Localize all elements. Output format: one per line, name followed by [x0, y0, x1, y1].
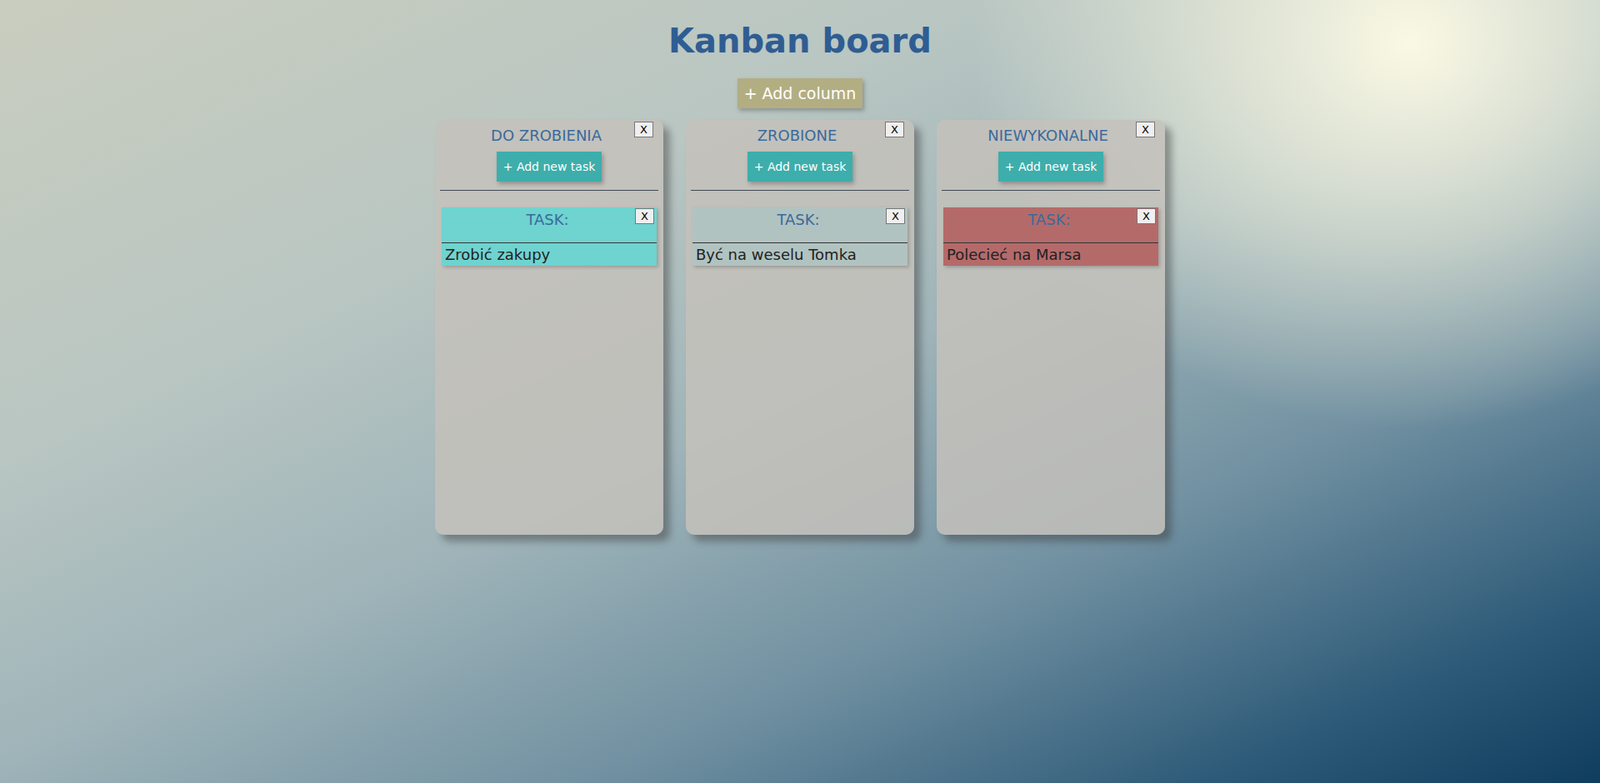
column: ZROBIONEX+ Add new taskTASK:XByć na wese…: [685, 120, 915, 535]
separator: [690, 190, 910, 191]
add-task-button[interactable]: + Add new task: [496, 151, 603, 182]
close-task-button[interactable]: X: [635, 208, 655, 225]
task-header: TASK:X: [441, 207, 657, 244]
task-text: Polecieć na Marsa: [943, 243, 1159, 266]
separator: [941, 190, 1160, 191]
close-column-button[interactable]: X: [634, 121, 654, 138]
close-column-button[interactable]: X: [885, 121, 905, 138]
column-header: NIEWYKONALNEX: [941, 120, 1160, 145]
task-label: TASK:: [943, 207, 1137, 229]
column-title: NIEWYKONALNE: [941, 121, 1136, 145]
task-text: Zrobić zakupy: [441, 243, 657, 266]
separator: [440, 190, 659, 191]
close-column-button[interactable]: X: [1135, 121, 1155, 138]
column-header: DO ZROBIENIAX: [440, 120, 659, 145]
task-card[interactable]: TASK:XPolecieć na Marsa: [943, 207, 1159, 266]
add-task-button[interactable]: + Add new task: [998, 151, 1105, 182]
task-label: TASK:: [692, 207, 886, 229]
add-column-button[interactable]: + Add column: [737, 78, 864, 109]
task-header: TASK:X: [943, 207, 1159, 244]
board-title: Kanban board: [668, 21, 932, 60]
close-task-button[interactable]: X: [1136, 208, 1156, 225]
board: DO ZROBIENIAX+ Add new taskTASK:XZrobić …: [435, 120, 1165, 535]
close-task-button[interactable]: X: [885, 208, 905, 225]
column-title: DO ZROBIENIA: [440, 121, 635, 145]
task-card[interactable]: TASK:XByć na weselu Tomka: [692, 207, 908, 266]
column: DO ZROBIENIAX+ Add new taskTASK:XZrobić …: [435, 120, 664, 535]
column: NIEWYKONALNEX+ Add new taskTASK:XPolecie…: [936, 120, 1165, 535]
column-title: ZROBIONE: [690, 121, 885, 145]
task-card[interactable]: TASK:XZrobić zakupy: [441, 207, 657, 266]
task-text: Być na weselu Tomka: [692, 243, 908, 266]
task-header: TASK:X: [692, 207, 908, 244]
page: Kanban board+ Add columnDO ZROBIENIAX+ A…: [0, 0, 1600, 535]
column-header: ZROBIONEX: [690, 120, 910, 145]
task-label: TASK:: [441, 207, 635, 229]
add-task-button[interactable]: + Add new task: [747, 151, 854, 182]
